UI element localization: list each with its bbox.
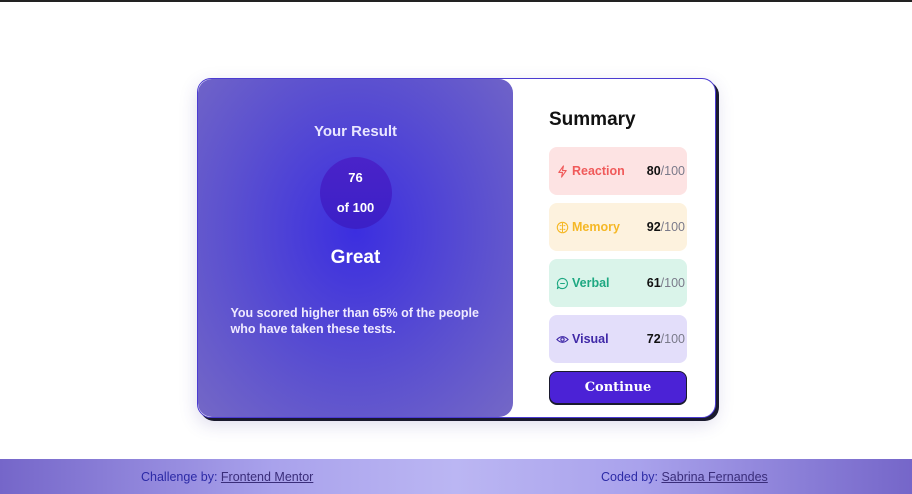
- result-panel: Your Result 76 of 100 Great You scored h…: [198, 79, 513, 417]
- challenge-attribution: Challenge by: Frontend Mentor: [141, 470, 313, 484]
- author-link[interactable]: Sabrina Fernandes: [661, 470, 767, 484]
- brain-icon: [556, 221, 569, 233]
- summary-max-reaction: /100: [660, 164, 685, 178]
- score-circle: 76 of 100: [319, 157, 392, 229]
- summary-max-memory: /100: [660, 220, 685, 234]
- coded-prefix: Coded by:: [601, 470, 662, 484]
- summary-score-visual: 72: [646, 332, 661, 346]
- summary-title: Summary: [549, 109, 636, 130]
- summary-max-verbal: /100: [660, 276, 685, 290]
- summary-row-reaction: Reaction 80/100: [549, 147, 687, 195]
- lightning-icon: [558, 164, 567, 178]
- top-border: [0, 0, 912, 2]
- frontend-mentor-link[interactable]: Frontend Mentor: [221, 470, 313, 484]
- score-of-label: of 100: [336, 200, 375, 215]
- summary-score-memory: 92: [646, 220, 661, 234]
- eye-icon: [556, 335, 569, 343]
- challenge-prefix: Challenge by:: [141, 470, 221, 484]
- continue-button[interactable]: Continue: [549, 371, 687, 404]
- result-title: Your Result: [313, 123, 398, 140]
- chat-bubble-icon: [556, 277, 568, 289]
- summary-label-verbal: Verbal: [572, 276, 610, 290]
- summary-label-visual: Visual: [572, 332, 609, 346]
- summary-label-reaction: Reaction: [572, 164, 625, 178]
- summary-score-reaction: 80: [646, 164, 661, 178]
- results-card: Your Result 76 of 100 Great You scored h…: [197, 78, 716, 418]
- summary-row-visual: Visual 72/100: [549, 315, 687, 363]
- summary-max-visual: /100: [660, 332, 685, 346]
- summary-score-verbal: 61: [646, 276, 661, 290]
- grade-label: Great: [330, 247, 381, 268]
- author-attribution: Coded by: Sabrina Fernandes: [601, 470, 768, 484]
- summary-row-verbal: Verbal 61/100: [549, 259, 687, 307]
- result-description: You scored higher than 65% of the people…: [230, 306, 479, 336]
- summary-panel: Summary Reaction 80/100 Memory 92/100 Ve…: [513, 79, 715, 417]
- summary-row-memory: Memory 92/100: [549, 203, 687, 251]
- attribution-footer: Challenge by: Frontend Mentor Coded by: …: [0, 459, 912, 494]
- summary-label-memory: Memory: [572, 220, 620, 234]
- score-value: 76: [348, 170, 363, 185]
